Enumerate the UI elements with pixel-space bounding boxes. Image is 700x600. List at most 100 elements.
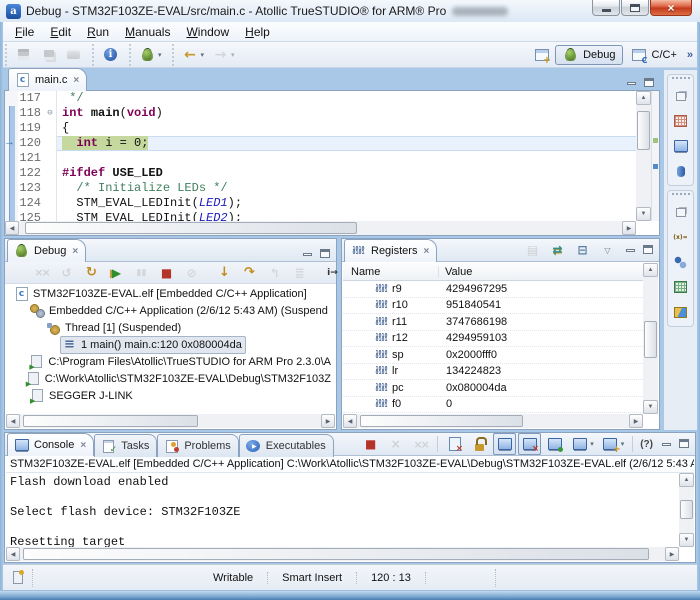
layout-button[interactable] [521, 239, 544, 261]
info-button[interactable] [99, 44, 122, 66]
back-button[interactable]: ▾ [179, 44, 208, 66]
close-window-button[interactable]: × [650, 0, 692, 16]
column-header-value[interactable]: Value [439, 266, 472, 278]
scroll-right-button[interactable]: ▶ [622, 221, 636, 235]
scroll-left-button[interactable]: ◀ [5, 221, 19, 235]
close-tab-icon[interactable]: × [423, 246, 429, 257]
tree-row[interactable]: Thread [1] (Suspended) [6, 319, 335, 336]
minimize-view-button[interactable] [622, 243, 638, 257]
fv-stack-button[interactable] [669, 85, 692, 107]
code-line[interactable]: 118⊖int main(void) [5, 106, 636, 121]
resume-button[interactable] [105, 262, 128, 284]
fv-stack2-button[interactable] [669, 201, 692, 223]
console-help-label[interactable]: (?) [637, 439, 656, 450]
fv-memgrid-button[interactable] [669, 276, 692, 298]
remove-launch-button[interactable] [384, 433, 407, 455]
annotation-mark-green[interactable] [653, 138, 658, 143]
perspective-cpp-button[interactable]: C/C+ [625, 45, 683, 65]
tree-row[interactable]: 1 main() main.c:120 0x080004da [6, 336, 335, 353]
scroll-down-button[interactable]: ▼ [679, 533, 694, 547]
drag-handle[interactable] [672, 77, 690, 81]
scroll-down-button[interactable]: ▼ [636, 207, 651, 221]
pin-console-button[interactable] [543, 433, 566, 455]
terminate-button[interactable] [359, 433, 382, 455]
menu-file[interactable]: File [7, 23, 42, 41]
restart-button[interactable] [80, 262, 103, 284]
close-tab-icon[interactable]: × [72, 246, 78, 257]
scroll-down-button[interactable]: ▼ [643, 400, 658, 414]
scroll-right-button[interactable]: ▶ [321, 414, 335, 428]
registers-horizontal-scrollbar[interactable]: ◀ ▶ [343, 414, 643, 428]
fv-expressions-button[interactable] [669, 226, 692, 248]
scroll-right-button[interactable]: ▶ [665, 547, 679, 561]
open-console-button[interactable]: ▾ [599, 433, 628, 455]
menu-edit[interactable]: Edit [42, 23, 79, 41]
forward-button[interactable]: ▾ [209, 44, 238, 66]
code-line[interactable]: 119{ [5, 121, 636, 136]
tree-row[interactable]: C:\Work\Atollic\STM32F103ZE-EVAL\Debug\S… [6, 370, 335, 387]
tab-tasks[interactable]: Tasks [94, 434, 157, 457]
register-row[interactable]: pc0x080004da [343, 380, 643, 397]
selected-stack-frame[interactable]: 1 main() main.c:120 0x080004da [60, 336, 246, 354]
tab-problems[interactable]: Problems [157, 434, 238, 457]
tree-row[interactable]: C:\Program Files\Atollic\TrueSTUDIO for … [6, 353, 335, 370]
tree-item[interactable]: STM32F103ZE-EVAL.elf [Embedded C/C++ App… [12, 285, 311, 303]
register-row[interactable]: lr134224823 [343, 364, 643, 381]
scroll-thumb[interactable] [23, 548, 649, 560]
code-line[interactable]: 125 STM_EVAL_LEDInit(LED2); [5, 211, 636, 221]
clear-console-button[interactable] [443, 433, 466, 455]
editor-lines[interactable]: 117 */118⊖int main(void)119{→120 int i =… [5, 91, 636, 221]
annotation-mark-blue[interactable] [653, 164, 658, 169]
editor-annotation-column[interactable] [651, 91, 659, 221]
scroll-up-button[interactable]: ▲ [643, 263, 658, 277]
editor-ruler[interactable] [5, 166, 18, 181]
console-vertical-scrollbar[interactable]: ▲ ▼ [679, 473, 694, 547]
minimize-editor-button[interactable] [623, 76, 639, 90]
editor-ruler[interactable]: → [5, 136, 18, 151]
close-tab-icon[interactable]: × [80, 440, 86, 451]
editor-horizontal-scrollbar[interactable]: ◀ ▶ [5, 221, 636, 235]
instruction-stepping-button[interactable] [288, 262, 311, 284]
register-row[interactable]: r10951840541 [343, 298, 643, 315]
print-button[interactable] [62, 44, 85, 66]
terminate-button[interactable] [155, 262, 178, 284]
tree-item[interactable]: C:\Program Files\Atollic\TrueSTUDIO for … [27, 353, 335, 371]
scroll-up-button[interactable]: ▲ [636, 91, 651, 105]
step-into-button[interactable] [213, 262, 236, 284]
scroll-left-button[interactable]: ◀ [6, 414, 20, 428]
register-row[interactable]: r94294967295 [343, 281, 643, 298]
minimize-view-button[interactable] [299, 247, 315, 261]
dropdown-arrow-icon[interactable]: ▾ [590, 440, 594, 448]
scroll-right-button[interactable]: ▶ [629, 414, 643, 428]
view-menu-button[interactable] [596, 239, 619, 261]
editor-vertical-scrollbar[interactable]: ▲ ▼ [636, 91, 651, 221]
editor-ruler[interactable] [5, 211, 18, 221]
display-console-button[interactable]: ▾ [568, 433, 597, 455]
show-stdout-button[interactable] [493, 433, 516, 455]
tree-item[interactable]: SEGGER J-LINK [28, 387, 137, 405]
remove-all-terminated-button[interactable] [30, 262, 53, 284]
tree-row[interactable]: Embedded C/C++ Application (2/6/12 5:43 … [6, 302, 335, 319]
scroll-left-button[interactable]: ◀ [343, 414, 357, 428]
tree-item[interactable]: C:\Work\Atollic\STM32F103ZE-EVAL\Debug\S… [24, 370, 335, 388]
tab-debug[interactable]: Debug × [7, 239, 86, 262]
save-all-button[interactable] [37, 44, 60, 66]
dropdown-arrow-icon[interactable]: ▾ [231, 51, 235, 59]
scroll-thumb[interactable] [23, 415, 198, 427]
register-row[interactable]: sp0x2000fff0 [343, 347, 643, 364]
scroll-thumb[interactable] [644, 321, 657, 358]
dropdown-arrow-icon[interactable]: ▾ [158, 51, 162, 59]
code-line[interactable]: 122#ifdef USE_LED [5, 166, 636, 181]
relaunch-button[interactable] [55, 262, 78, 284]
remove-all-terminated-button[interactable] [409, 433, 432, 455]
tree-item[interactable]: Thread [1] (Suspended) [44, 319, 185, 337]
editor-ruler[interactable] [5, 91, 18, 106]
editor-ruler[interactable] [5, 151, 18, 166]
tree-row[interactable]: STM32F103ZE-EVAL.elf [Embedded C/C++ App… [6, 285, 335, 302]
show-stderr-button[interactable] [518, 433, 541, 455]
code-line[interactable]: 124 STM_EVAL_LEDInit(LED1); [5, 196, 636, 211]
fv-sfr-button[interactable] [669, 135, 692, 157]
register-row[interactable]: f00 [343, 397, 643, 414]
menu-manuals[interactable]: Manuals [117, 23, 178, 41]
minimize-view-button[interactable] [658, 437, 674, 451]
